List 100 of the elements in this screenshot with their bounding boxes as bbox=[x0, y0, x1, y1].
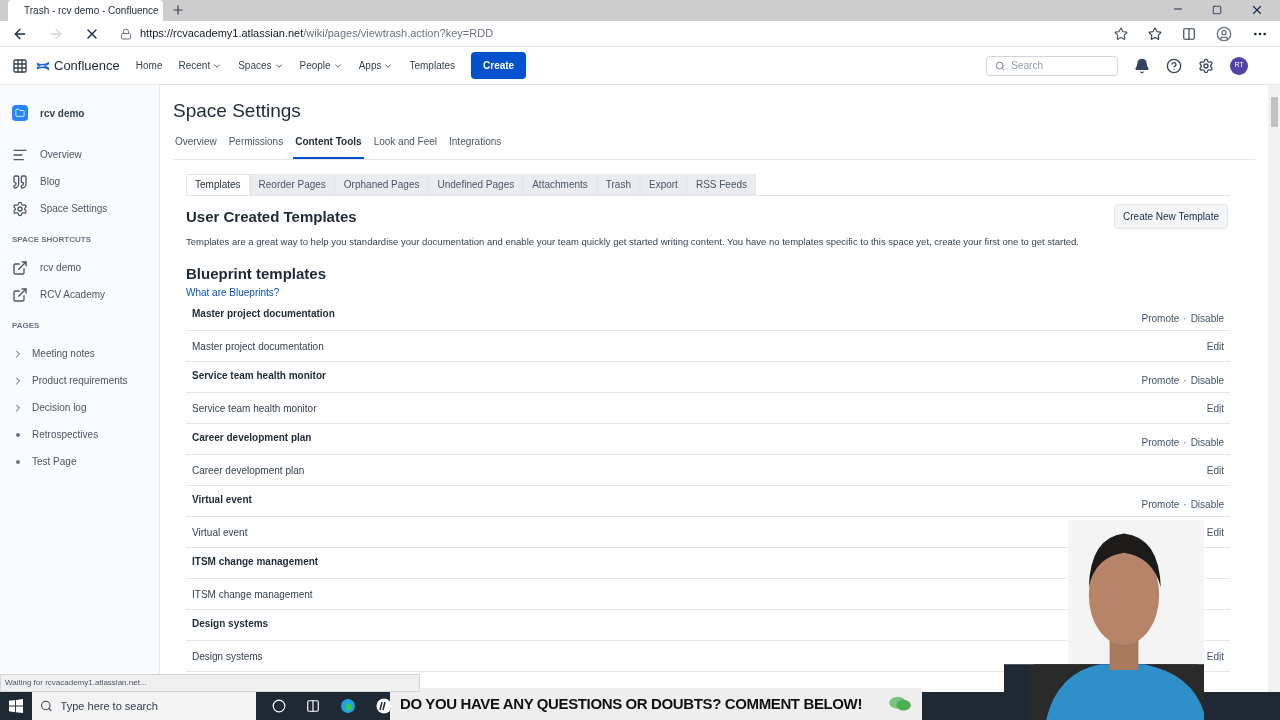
cortana-icon[interactable] bbox=[272, 699, 286, 713]
banner-text: DO YOU HAVE ANY QUESTIONS OR DOUBTS? COMMENT BELOW! bbox=[400, 693, 862, 714]
scrollbar-thumb[interactable] bbox=[1270, 97, 1278, 127]
external-link-icon bbox=[12, 259, 28, 276]
browser-icon[interactable] bbox=[340, 698, 356, 714]
template-name: Design systems bbox=[192, 649, 263, 664]
settings-tab[interactable]: Integrations bbox=[447, 133, 504, 159]
separator: · bbox=[1183, 436, 1187, 451]
sidebar-item[interactable]: Blog bbox=[40, 174, 60, 189]
promote-link[interactable]: Promote bbox=[1141, 311, 1180, 327]
blueprint-name: Design systems bbox=[192, 617, 269, 632]
content-tab[interactable]: Reorder Pages bbox=[249, 173, 335, 195]
search-icon bbox=[40, 699, 53, 713]
create-button[interactable]: Create bbox=[471, 52, 527, 79]
close-window-icon[interactable] bbox=[1250, 3, 1264, 17]
template-name: Service team health monitor bbox=[192, 401, 317, 416]
content-tab[interactable]: Export bbox=[640, 173, 687, 195]
content-tab[interactable]: Attachments bbox=[523, 173, 597, 195]
taskbar-search-field[interactable]: Type here to search bbox=[32, 692, 256, 720]
template-name: Career development plan bbox=[192, 463, 305, 478]
new-tab-icon[interactable] bbox=[171, 3, 185, 17]
blueprint-name: Virtual event bbox=[192, 493, 252, 508]
disable-link[interactable]: Disable bbox=[1190, 311, 1224, 327]
nav-item[interactable]: Apps bbox=[358, 58, 394, 73]
blueprint-name: ITSM change management bbox=[192, 555, 319, 570]
blueprints-link[interactable]: What are Blueprints? bbox=[186, 285, 1230, 301]
page-link[interactable]: Meeting notes bbox=[32, 346, 95, 361]
content-tab[interactable]: Undefined Pages bbox=[428, 173, 524, 195]
page-title: Space Settings bbox=[173, 99, 302, 123]
nav-item[interactable]: Templates bbox=[409, 58, 456, 73]
external-link-icon bbox=[12, 286, 28, 303]
edit-link[interactable]: Edit bbox=[1206, 338, 1224, 354]
promote-link[interactable]: Promote bbox=[1141, 373, 1180, 389]
taskbar-search-input[interactable]: Type here to search bbox=[60, 697, 248, 715]
create-template-button[interactable]: Create New Template bbox=[1114, 203, 1228, 229]
section-heading: SPACE SHORTCUTS bbox=[11, 234, 92, 246]
collections-icon[interactable] bbox=[1182, 26, 1196, 41]
quote-icon bbox=[12, 173, 28, 190]
edit-link[interactable]: Edit bbox=[1206, 400, 1224, 416]
content-tab[interactable]: Templates bbox=[186, 173, 250, 195]
lock-icon bbox=[120, 27, 132, 40]
nav-item[interactable]: Home bbox=[135, 58, 163, 73]
separator: · bbox=[1183, 498, 1187, 513]
disable-link[interactable]: Disable bbox=[1190, 497, 1224, 513]
search-input[interactable]: Search bbox=[1011, 58, 1109, 73]
nav-item[interactable]: Recent bbox=[178, 58, 223, 73]
page-link[interactable]: Test Page bbox=[32, 454, 77, 469]
settings-tab[interactable]: Overview bbox=[173, 133, 219, 159]
favorite-icon[interactable] bbox=[1114, 26, 1128, 41]
help-icon[interactable] bbox=[1166, 57, 1182, 74]
nav-item[interactable]: People bbox=[299, 58, 343, 73]
disable-link[interactable]: Disable bbox=[1190, 435, 1224, 451]
restore-icon[interactable] bbox=[1212, 5, 1222, 15]
sidebar-item[interactable]: Space Settings bbox=[40, 201, 108, 216]
section-title: User Created Templates bbox=[186, 207, 357, 227]
task-view-icon[interactable] bbox=[306, 699, 320, 713]
page-link[interactable]: Decision log bbox=[32, 400, 87, 415]
favorites-icon[interactable] bbox=[1148, 26, 1162, 41]
sidebar-item[interactable]: Overview bbox=[40, 147, 82, 162]
content-tab[interactable]: RSS Feeds bbox=[686, 173, 757, 195]
promote-link[interactable]: Promote bbox=[1141, 497, 1180, 513]
section-heading: PAGES bbox=[11, 320, 41, 332]
url-text: https://rcvacademy1.atlassian.net/wiki/pages/viewtrash.action?key=RDD bbox=[140, 26, 494, 42]
promote-link[interactable]: Promote bbox=[1141, 435, 1180, 451]
browser-tab[interactable]: Trash - rcv demo - Confluence bbox=[8, 0, 163, 21]
shortcut-link[interactable]: RCV Academy bbox=[40, 287, 106, 302]
description-text: Templates are a great way to help you standardise your documentation and enable your team quickly get started writing content. You have no templates specific to this space yet, create your first one to get started. bbox=[186, 234, 1080, 249]
separator: · bbox=[1183, 312, 1187, 327]
blueprint-name: Career development plan bbox=[192, 431, 312, 446]
product-name[interactable]: Confluence bbox=[54, 55, 120, 76]
content-tab[interactable]: Trash bbox=[596, 173, 640, 195]
page-link[interactable]: Product requirements bbox=[32, 373, 128, 388]
nav-item[interactable]: Spaces bbox=[238, 58, 284, 73]
settings-tab[interactable]: Permissions bbox=[226, 133, 286, 159]
settings-icon[interactable] bbox=[1198, 57, 1214, 74]
blueprint-name: Service team health monitor bbox=[192, 369, 326, 384]
edit-link[interactable]: Edit bbox=[1206, 462, 1224, 478]
windows-logo-icon[interactable] bbox=[9, 699, 23, 713]
settings-icon bbox=[12, 200, 28, 217]
shortcut-link[interactable]: rcv demo bbox=[40, 260, 82, 275]
app-switcher-icon[interactable] bbox=[12, 57, 28, 74]
space-name[interactable]: rcv demo bbox=[40, 105, 85, 121]
space-icon bbox=[12, 105, 28, 121]
disable-link[interactable]: Disable bbox=[1190, 373, 1224, 389]
edit-link[interactable]: Edit bbox=[1206, 648, 1224, 664]
notifications-icon[interactable] bbox=[1134, 57, 1150, 74]
separator: · bbox=[1183, 374, 1187, 389]
address-field[interactable]: https://rcvacademy1.atlassian.net/wiki/pages/viewtrash.action?key=RDD bbox=[120, 25, 1094, 42]
page-link[interactable]: Retrospectives bbox=[32, 427, 99, 442]
search-icon bbox=[995, 59, 1006, 72]
settings-tab[interactable]: Content Tools bbox=[293, 133, 364, 159]
template-name: ITSM change management bbox=[192, 587, 313, 602]
content-tab[interactable]: Orphaned Pages bbox=[334, 173, 429, 195]
status-text: Waiting for rcvacademy1.atlassian.net... bbox=[0, 674, 420, 692]
search-field[interactable]: Search bbox=[986, 55, 1118, 76]
blueprint-name: Master project documentation bbox=[192, 307, 335, 322]
profile-icon[interactable] bbox=[1216, 25, 1232, 42]
bullet-icon bbox=[16, 459, 20, 464]
edit-link[interactable]: Edit bbox=[1206, 524, 1224, 540]
settings-tab[interactable]: Look and Feel bbox=[371, 133, 440, 159]
